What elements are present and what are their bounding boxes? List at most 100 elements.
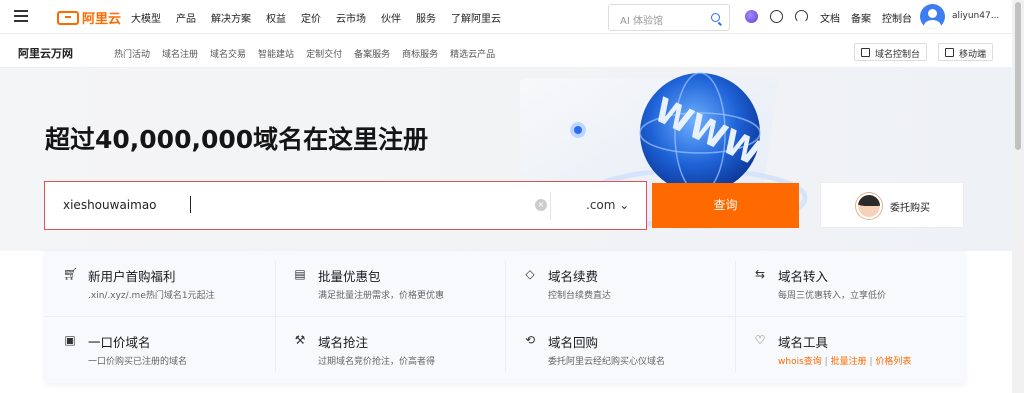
card-desc: .xin/.xyz/.me热门域名1元起注 (88, 291, 215, 301)
text-cursor (190, 196, 191, 213)
gavel-icon: ⚒︎ (294, 333, 306, 347)
entrust-label: 委托购买 (890, 203, 930, 214)
sub-navbar: 阿里云万网 热门活动 域名注册 域名交易 智能建站 定制交付 备案服务 商标服务… (0, 34, 1012, 68)
card-desc: 每周三优惠转入，立享低价 (778, 291, 887, 301)
entrust-purchase-button[interactable]: 委托购买 (820, 182, 964, 228)
top-navbar: 阿里云 大模型 产品 解决方案 权益 定价 云市场 伙伴 服务 了解阿里云 AI… (0, 0, 1012, 34)
help-icon[interactable] (770, 10, 783, 23)
link-separator: | (869, 357, 873, 367)
domain-search-value: xieshouwaimao (63, 198, 157, 212)
nav-item[interactable]: 大模型 (131, 10, 161, 25)
sub-nav-item[interactable]: 精选云产品 (450, 47, 495, 60)
divider (45, 316, 965, 317)
hero-title: 超过40,000,000域名在这里注册 (45, 125, 429, 154)
sub-nav-item[interactable]: 商标服务 (402, 47, 438, 60)
transfer-icon: ⇆ (754, 267, 766, 281)
link-separator: | (824, 357, 828, 367)
card-new-user[interactable]: 🛒︎ 新用户首购福利 .xin/.xyz/.me热门域名1元起注 (45, 251, 274, 316)
phone-icon (945, 48, 954, 57)
tld-value: .com (586, 198, 616, 212)
nav-item[interactable]: 云市场 (336, 10, 366, 25)
tag-icon: ◇ (525, 267, 535, 281)
card-desc: 控制台续费直达 (548, 291, 612, 301)
card-title: 域名续费 (548, 269, 599, 284)
nav-item[interactable]: 服务 (416, 10, 436, 25)
utility-links: 文档 备案 控制台 (820, 10, 912, 25)
tool-links: whois查询 | 批量注册 | 价格列表 (778, 354, 911, 367)
card-title: 一口价域名 (88, 335, 151, 350)
sub-nav-item[interactable]: 智能建站 (258, 47, 294, 60)
sub-nav-item[interactable]: 域名交易 (210, 47, 246, 60)
beian-link[interactable]: 备案 (851, 10, 871, 25)
mobile-label: 移动端 (959, 50, 987, 60)
clear-icon[interactable]: × (535, 199, 547, 211)
divider (505, 261, 506, 373)
main-nav: 大模型 产品 解决方案 权益 定价 云市场 伙伴 服务 了解阿里云 (131, 10, 501, 25)
username[interactable]: aliyun47... (952, 11, 999, 21)
user-avatar[interactable] (920, 4, 945, 29)
buyback-icon: ⟲ (524, 333, 536, 347)
nav-item[interactable]: 了解阿里云 (451, 10, 501, 25)
sub-nav-item[interactable]: 定制交付 (306, 47, 342, 60)
divider (550, 192, 551, 220)
menu-icon[interactable] (14, 10, 28, 22)
card-title: 域名回购 (548, 335, 599, 350)
sub-brand[interactable]: 阿里云万网 (18, 45, 73, 61)
card-title: 新用户首购福利 (88, 269, 176, 284)
card-tools[interactable]: ♡ 域名工具 whois查询 | 批量注册 | 价格列表 (735, 317, 964, 382)
card-bulk-package[interactable]: ▤ 批量优惠包 满足批量注册需求，价格更优惠 (275, 251, 504, 316)
mobile-button[interactable]: 移动端 (938, 43, 994, 61)
sub-nav-item[interactable]: 热门活动 (114, 47, 150, 60)
feature-cards: 🛒︎ 新用户首购福利 .xin/.xyz/.me热门域名1元起注 ▤ 批量优惠包… (45, 251, 965, 383)
nav-item[interactable]: 伙伴 (381, 10, 401, 25)
monitor-icon (861, 48, 870, 57)
chevron-down-icon: ⌄ (619, 198, 630, 212)
nav-item[interactable]: 产品 (176, 10, 196, 25)
scrollbar[interactable] (1012, 0, 1024, 393)
card-title: 域名工具 (778, 335, 829, 350)
card-desc: 满足批量注册需求，价格更优惠 (318, 291, 445, 301)
search-placeholder: AI 体验馆 (620, 16, 663, 27)
nav-item[interactable]: 解决方案 (211, 10, 251, 25)
card-transfer[interactable]: ⇆ 域名转入 每周三优惠转入，立享低价 (735, 251, 964, 316)
bag-icon: ▤ (294, 267, 306, 281)
headset-icon[interactable] (795, 10, 808, 23)
docs-link[interactable]: 文档 (820, 10, 840, 25)
tld-select[interactable]: .com ⌄ (586, 198, 629, 212)
console-link[interactable]: 控制台 (882, 10, 912, 25)
agent-avatar (856, 193, 882, 219)
domain-console-label: 域名控制台 (875, 50, 921, 60)
card-backorder[interactable]: ⚒︎ 域名抢注 过期域名竞价抢注，价高者得 (275, 317, 504, 382)
cart-icon: 🛒︎ (63, 267, 79, 281)
card-buyback[interactable]: ⟲ 域名回购 委托阿里云经纪购买心仪域名 (505, 317, 734, 382)
sub-nav-item[interactable]: 备案服务 (354, 47, 390, 60)
bulk-register-link[interactable]: 批量注册 (831, 357, 867, 367)
domain-search-input[interactable]: xieshouwaimao × .com ⌄ (44, 181, 647, 230)
divider (735, 261, 736, 373)
aliyun-logo-icon (57, 10, 79, 25)
whois-link[interactable]: whois查询 (778, 357, 822, 367)
card-title: 批量优惠包 (318, 269, 381, 284)
ai-assistant-icon[interactable] (745, 10, 758, 23)
query-button[interactable]: 查询 (652, 183, 799, 228)
domain-console-button[interactable]: 域名控制台 (854, 43, 928, 61)
card-desc: 委托阿里云经纪购买心仪域名 (548, 357, 666, 367)
ticket-icon: ▣ (64, 333, 76, 347)
sub-nav-item[interactable]: 域名注册 (162, 47, 198, 60)
logo-text: 阿里云 (82, 12, 122, 27)
card-fixed-price[interactable]: ▣ 一口价域名 一口价购买已注册的域名 (45, 317, 274, 382)
heart-icon: ♡ (754, 333, 766, 347)
sub-nav: 热门活动 域名注册 域名交易 智能建站 定制交付 备案服务 商标服务 精选云产品 (114, 47, 495, 60)
card-title: 域名抢注 (318, 335, 369, 350)
card-title: 域名转入 (778, 269, 829, 284)
nav-item[interactable]: 权益 (266, 10, 286, 25)
global-search-input[interactable]: AI 体验馆 (608, 4, 730, 31)
aliyun-logo[interactable]: 阿里云 (57, 8, 121, 27)
divider (275, 261, 276, 373)
card-renewal[interactable]: ◇ 域名续费 控制台续费直达 (505, 251, 734, 316)
nav-item[interactable]: 定价 (301, 10, 321, 25)
price-list-link[interactable]: 价格列表 (875, 357, 911, 367)
search-icon[interactable] (711, 13, 720, 22)
scrollbar-thumb[interactable] (1015, 2, 1021, 150)
card-desc: 一口价购买已注册的域名 (88, 357, 188, 367)
